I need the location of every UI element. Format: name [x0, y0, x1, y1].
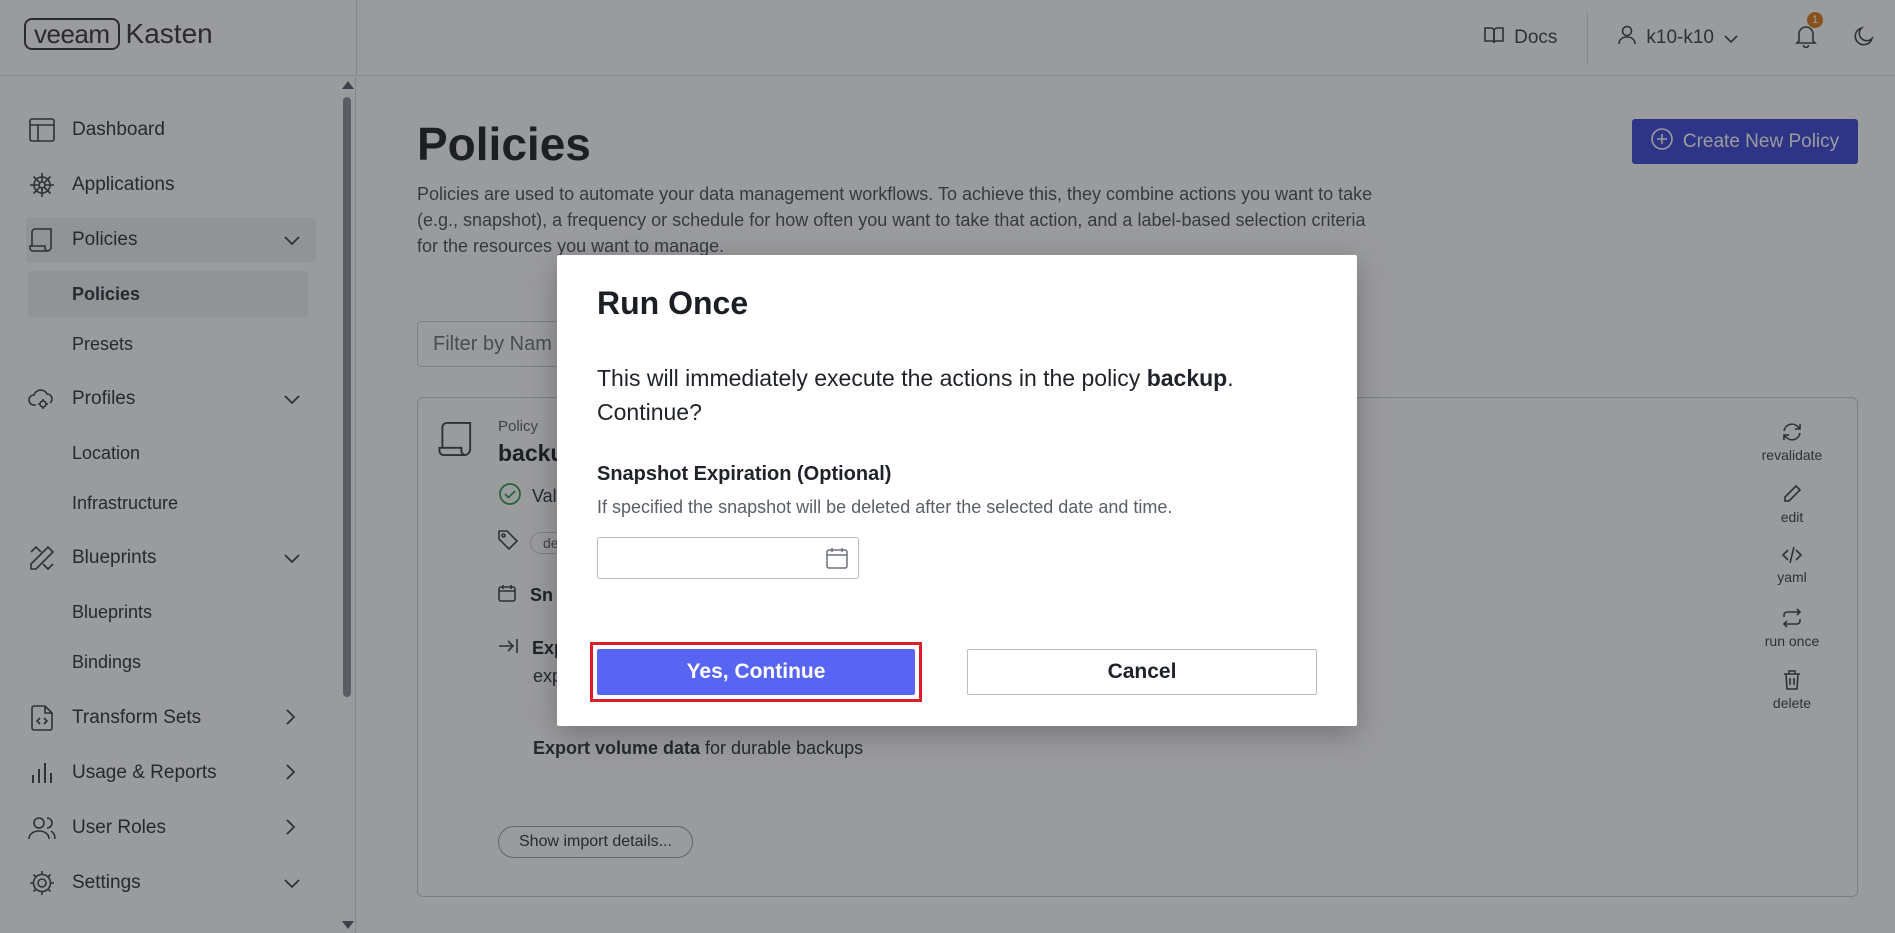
run-once-dialog: Run Once This will immediately execute t… [557, 255, 1357, 726]
snapshot-expiration-help: If specified the snapshot will be delete… [597, 497, 1173, 517]
yes-continue-button[interactable]: Yes, Continue [597, 649, 915, 695]
cancel-button[interactable]: Cancel [967, 649, 1317, 695]
snapshot-expiration-input[interactable] [597, 537, 859, 579]
dialog-policy-name: backup [1146, 365, 1228, 391]
snapshot-expiration-label: Snapshot Expiration (Optional) [597, 463, 892, 485]
dialog-title: Run Once [597, 285, 749, 321]
dialog-message-before: This will immediately execute the action… [597, 365, 1147, 391]
calendar-icon[interactable] [826, 547, 848, 574]
dialog-message: This will immediately execute the action… [597, 361, 1317, 429]
